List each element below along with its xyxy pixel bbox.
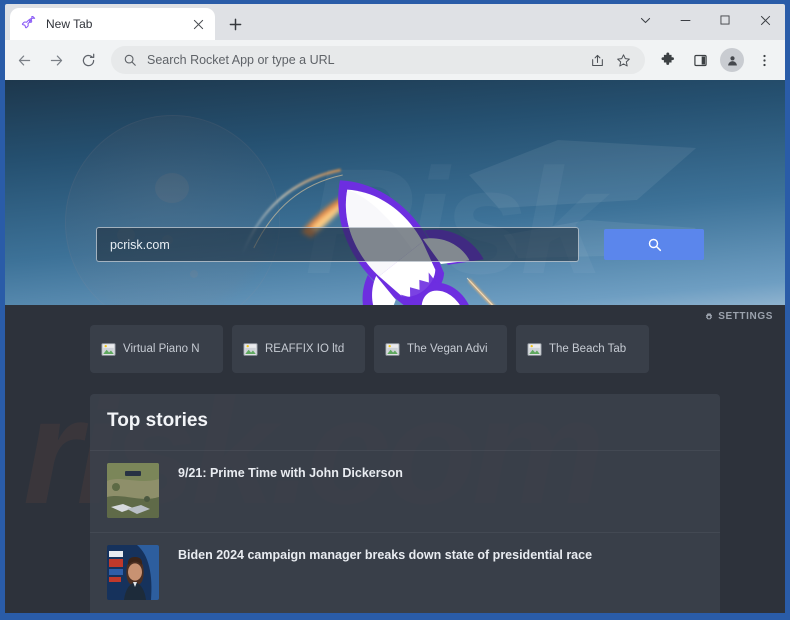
new-tab-button[interactable] — [221, 10, 249, 38]
broken-image-icon — [243, 342, 258, 357]
hero-search-input[interactable]: pcrisk.com — [96, 227, 579, 262]
new-tab-body: risk.com SETTINGS — [5, 305, 785, 613]
search-icon — [123, 53, 137, 67]
story-title: Biden 2024 campaign manager breaks down … — [178, 548, 593, 562]
three-dot-menu-icon[interactable] — [749, 45, 779, 75]
hero-search-row: pcrisk.com — [5, 227, 785, 262]
forward-arrow-icon[interactable] — [41, 45, 71, 75]
hero-search-button[interactable] — [604, 229, 704, 260]
back-arrow-icon[interactable] — [9, 45, 39, 75]
browser-toolbar: Search Rocket App or type a URL — [5, 40, 785, 80]
tab-title: New Tab — [46, 17, 93, 31]
address-bar[interactable]: Search Rocket App or type a URL — [111, 46, 645, 74]
settings-link[interactable]: SETTINGS — [704, 311, 773, 322]
shortcut-tile[interactable]: The Vegan Advi — [374, 325, 507, 373]
window-controls — [625, 4, 785, 36]
maximize-icon[interactable] — [705, 4, 745, 36]
minimize-icon[interactable] — [665, 4, 705, 36]
tab-close-icon[interactable] — [189, 15, 207, 33]
shortcut-label: The Beach Tab — [549, 343, 627, 355]
star-icon[interactable] — [611, 48, 635, 72]
address-bar-placeholder: Search Rocket App or type a URL — [147, 53, 335, 67]
hero-banner: Risk — [5, 80, 785, 305]
browser-window: New Tab Search Rocket App or type a URL … — [0, 0, 790, 620]
puzzle-piece-icon[interactable] — [653, 45, 683, 75]
address-bar-actions — [585, 48, 635, 72]
aerial-scene-thumbnail-image — [107, 463, 159, 518]
story-item[interactable]: Biden 2024 campaign manager breaks down … — [90, 532, 720, 613]
story-title: 9/21: Prime Time with John Dickerson — [178, 466, 403, 480]
top-stories-heading: Top stories — [107, 410, 208, 431]
hero-search-value: pcrisk.com — [110, 237, 170, 252]
top-stories-panel: Top stories 9/21: Prime Time with John D… — [90, 394, 720, 613]
shortcut-tile[interactable]: REAFFIX IO ltd — [232, 325, 365, 373]
settings-label: SETTINGS — [718, 311, 773, 322]
gear-icon — [704, 312, 714, 322]
broken-image-icon — [385, 342, 400, 357]
rocket-favicon-icon — [21, 15, 37, 32]
news-anchor-thumbnail-image — [107, 545, 159, 600]
search-icon — [647, 237, 662, 252]
story-item[interactable]: 9/21: Prime Time with John Dickerson — [90, 450, 720, 532]
shortcut-tile[interactable]: The Beach Tab — [516, 325, 649, 373]
tab-search-chevron-down-icon[interactable] — [625, 4, 665, 36]
shortcut-label: The Vegan Advi — [407, 343, 488, 355]
browser-tab-new-tab[interactable]: New Tab — [10, 8, 215, 40]
tab-strip: New Tab — [5, 4, 785, 40]
reload-icon[interactable] — [73, 45, 103, 75]
page-content: Risk — [5, 80, 785, 613]
shortcut-tiles: Virtual Piano N REAFFIX IO ltd The Vegan… — [90, 325, 649, 373]
rocket-illustration — [240, 140, 697, 305]
broken-image-icon — [101, 342, 116, 357]
shortcut-label: REAFFIX IO ltd — [265, 343, 345, 355]
side-panel-icon[interactable] — [685, 45, 715, 75]
avatar — [720, 48, 744, 72]
close-window-icon[interactable] — [745, 4, 785, 36]
shortcut-label: Virtual Piano N — [123, 343, 200, 355]
share-icon[interactable] — [585, 48, 609, 72]
profile-avatar-icon[interactable] — [717, 45, 747, 75]
shortcut-tile[interactable]: Virtual Piano N — [90, 325, 223, 373]
broken-image-icon — [527, 342, 542, 357]
